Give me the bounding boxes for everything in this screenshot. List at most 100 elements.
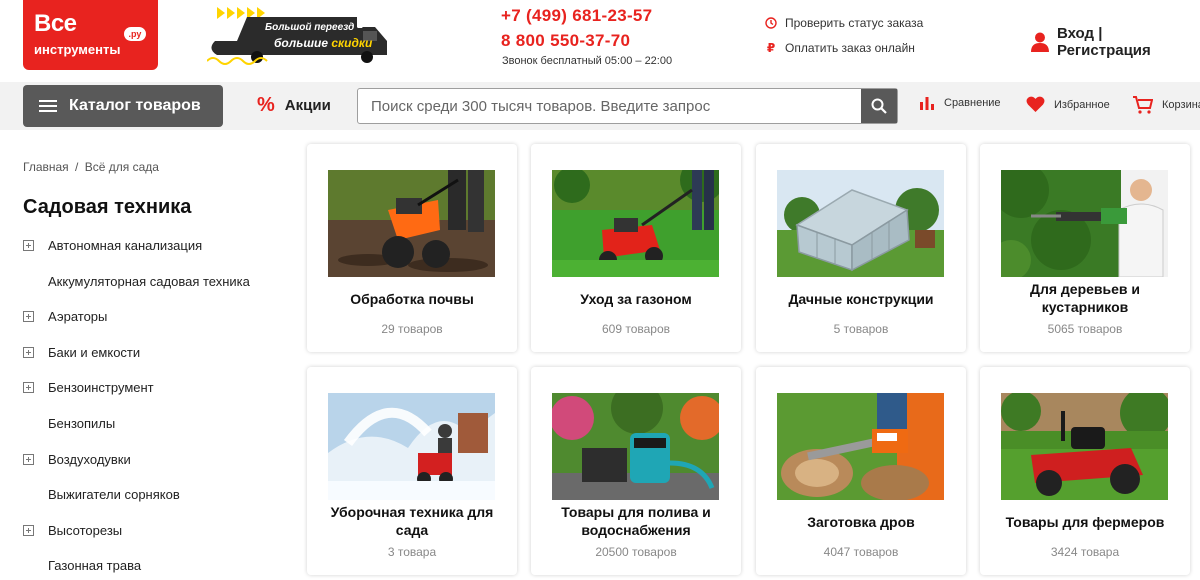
category-title: Заготовка дров [807,514,915,530]
promotions-label: Акции [284,96,331,114]
sidebar-category-item[interactable]: Бензопилы [23,413,283,449]
chainsaw-photo [777,393,944,500]
breadcrumb-separator: / [75,160,79,174]
compare-icon [920,97,934,110]
phone-secondary[interactable]: 8 800 550-37-70 [501,31,630,51]
heart-icon [1026,96,1045,113]
login-label: Вход | Регистрация [1056,25,1151,59]
category-card-lawn[interactable]: Уход за газоном 609 товаров [531,144,741,352]
promo-line-2: большие скидки [274,36,373,50]
category-title: Для деревьев и кустарников [1029,281,1141,315]
order-status-link[interactable]: Проверить статус заказа [765,16,923,30]
cart-icon [1133,96,1153,114]
promo-banner[interactable]: Большой переезд – большие скидки [206,3,392,67]
sidebar-title: Садовая техника [23,196,192,218]
expand-plus-icon[interactable] [23,524,34,536]
sidebar-category-label: Автономная канализация [48,238,203,253]
expand-plus-icon[interactable] [23,311,34,323]
category-card-watering[interactable]: Товары для полива и водоснабжения 20500 … [531,367,741,575]
cart-link[interactable]: Корзина [1133,96,1200,114]
order-status-label: Проверить статус заказа [785,16,924,30]
sidebar-category-label: Баки и емкости [48,344,141,360]
promo-line-1: Большой переезд – [265,22,363,33]
breadcrumb-home[interactable]: Главная [23,160,69,174]
sidebar-category-item[interactable]: Выжигатели сорняков [23,484,283,520]
water-pump-photo [552,393,719,500]
promotions-link[interactable]: % Акции [257,95,331,115]
greenhouse-photo [777,170,944,277]
sidebar-category-item[interactable]: Воздуходувки [23,449,283,485]
clock-icon [765,17,777,29]
category-card-trees[interactable]: Для деревьев и кустарников 5065 товаров [980,144,1190,352]
expand-plus-icon[interactable] [23,382,34,394]
logo-domain-badge: .ру [124,27,146,41]
tiller-photo [328,170,495,277]
lawnmower-photo [552,170,719,277]
category-title: Уборочная техника для сада [330,504,494,538]
sidebar-category-item[interactable]: Аэраторы [23,306,283,342]
ruble-icon: ₽ [766,41,776,55]
phone-primary[interactable]: +7 (499) 681-23-57 [501,6,652,26]
expand-plus-icon[interactable] [23,453,34,465]
sidebar-category-label: Газонная трава [48,558,142,574]
category-card-structures[interactable]: Дачные конструкции 5 товаров [756,144,966,352]
riding-mower-photo [1001,393,1168,500]
search-button[interactable] [861,89,897,123]
category-count: 3424 товара [1050,545,1120,559]
catalog-button[interactable]: Каталог товаров [23,85,223,127]
sidebar-category-label: Выжигатели сорняков [48,487,180,503]
search-bar [357,88,898,124]
sidebar-category-label: Воздуходувки [48,451,131,467]
sidebar-category-item[interactable]: Баки и емкости [23,342,283,378]
category-card-snow[interactable]: Уборочная техника для сада 3 товара [307,367,517,575]
pay-online-link[interactable]: ₽ Оплатить заказ онлайн [765,41,915,55]
expand-plus-icon[interactable] [23,346,34,358]
category-card-firewood[interactable]: Заготовка дров 4047 товаров [756,367,966,575]
category-count: 5065 товаров [1047,322,1123,336]
main-navbar: Каталог товаров % Акции Сравнение Избран… [0,82,1200,130]
hedge-trimmer-photo [1001,170,1168,277]
favorites-label: Избранное [1054,98,1110,111]
category-title: Дачные конструкции [788,291,934,307]
category-card-soil[interactable]: Обработка почвы 29 товаров [307,144,517,352]
cart-label: Корзина [1162,99,1200,111]
catalog-label: Каталог товаров [69,97,201,114]
category-count: 29 товаров [381,322,443,336]
category-title: Товары для фермеров [1005,514,1165,530]
menu-icon [39,100,57,112]
category-count: 609 товаров [601,322,671,336]
sidebar-category-item[interactable]: Аккумуляторная садовая техника [23,271,283,307]
sidebar-category-item[interactable]: Автономная канализация [23,235,283,271]
sidebar-category-list: Автономная канализация Аккумуляторная сад… [23,235,283,580]
percent-icon: % [257,94,275,116]
login-register-link[interactable]: Вход | Регистрация [1031,25,1200,59]
category-card-farmers[interactable]: Товары для фермеров 3424 товара [980,367,1190,575]
site-logo[interactable]: Все .ру инструменты [23,0,158,70]
category-title: Уход за газоном [580,291,692,307]
sidebar-category-label: Аккумуляторная садовая техника [48,273,250,289]
compare-label: Сравнение [944,97,1001,109]
search-icon [871,98,887,114]
compare-link[interactable]: Сравнение [919,96,1001,110]
logo-text-sub: инструменты [34,42,121,57]
sidebar-category-label: Бензопилы [48,415,116,431]
category-title: Товары для полива и водоснабжения [561,504,711,538]
category-count: 4047 товаров [823,545,899,559]
favorites-link[interactable]: Избранное [1026,96,1110,113]
sidebar-category-item[interactable]: Бензоинструмент [23,377,283,413]
user-icon [1031,32,1049,52]
phone-hours-note: Звонок бесплатный 05:00 – 22:00 [502,55,673,67]
category-count: 20500 товаров [595,545,677,559]
expand-plus-icon[interactable] [23,240,34,251]
sidebar-category-label: Аэраторы [48,309,108,325]
search-input[interactable] [358,89,862,123]
breadcrumb-current: Всё для сада [84,160,159,174]
category-title: Обработка почвы [350,291,474,307]
sidebar-category-item[interactable]: Высоторезы [23,520,283,556]
sidebar-category-label: Бензоинструмент [48,380,154,396]
logo-text-main: Все [34,10,77,37]
delivery-truck-icon [206,7,387,65]
sidebar-category-label: Высоторезы [48,522,123,538]
pay-online-label: Оплатить заказ онлайн [785,41,915,55]
sidebar-category-item[interactable]: Газонная трава [23,555,283,580]
